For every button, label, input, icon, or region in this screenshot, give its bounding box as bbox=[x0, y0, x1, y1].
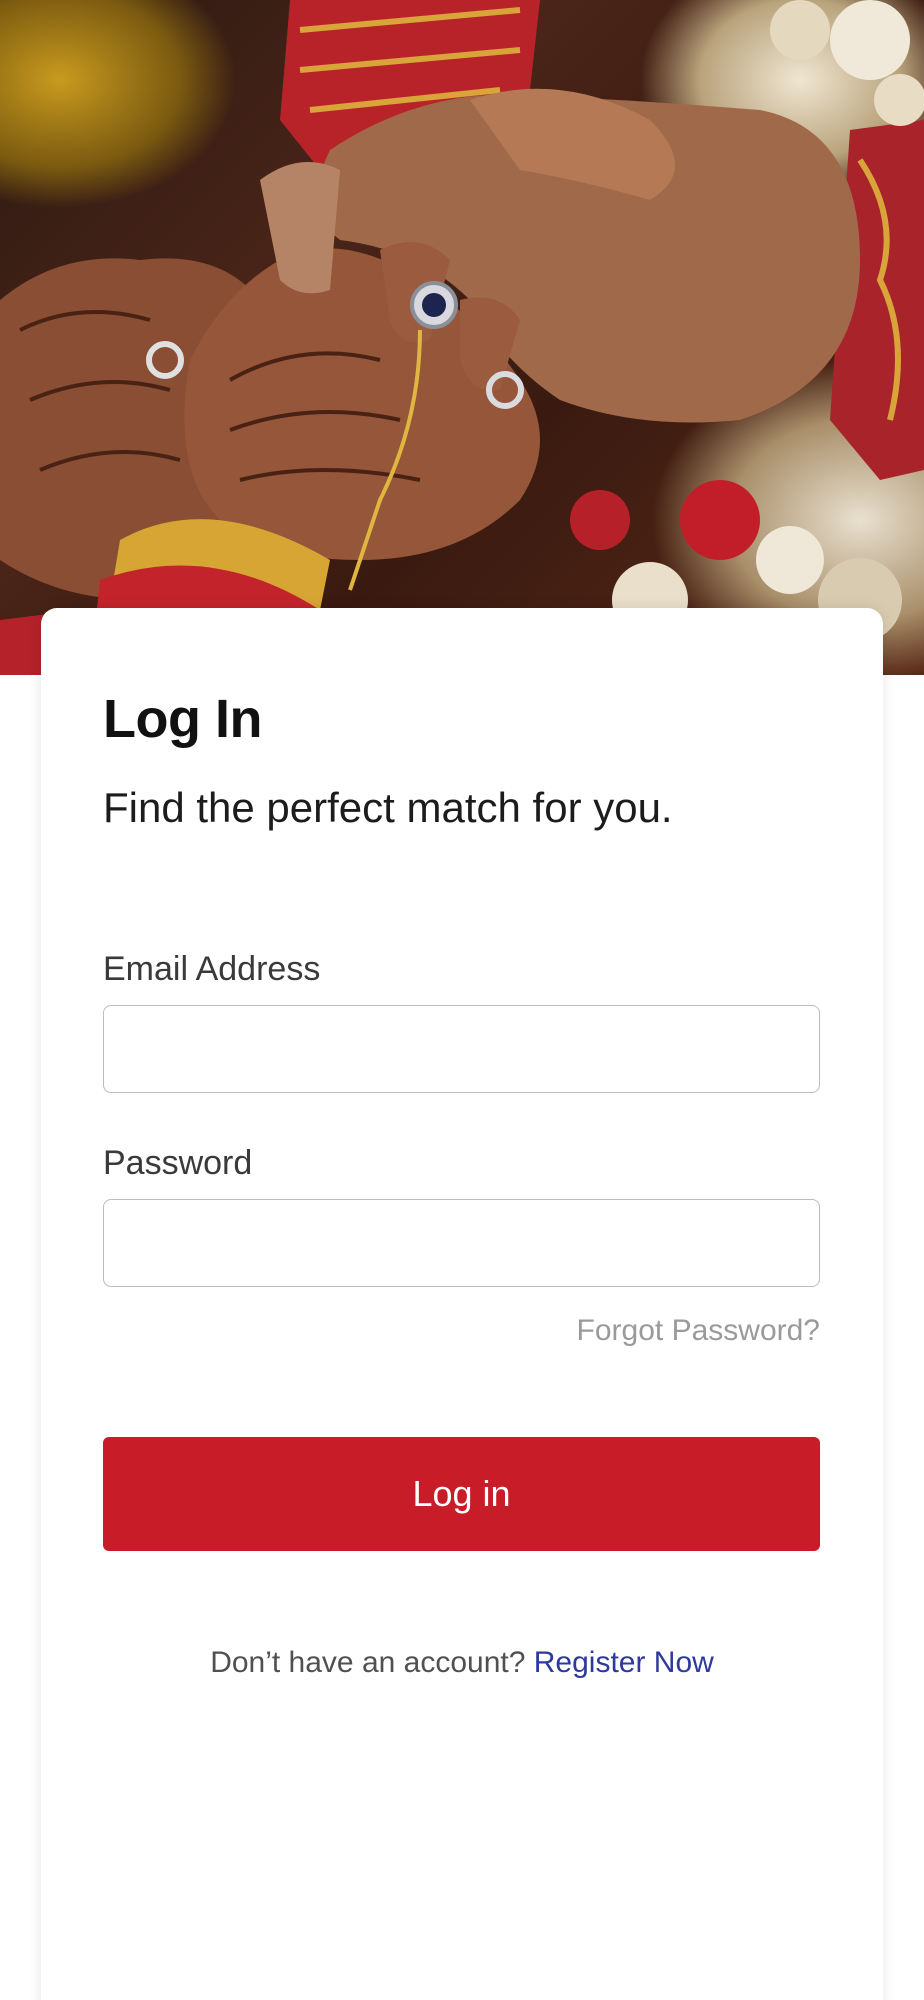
login-card: Log In Find the perfect match for you. E… bbox=[41, 608, 883, 2000]
register-prompt-row: Don’t have an account? Register Now bbox=[41, 1646, 883, 1680]
password-field[interactable] bbox=[103, 1199, 820, 1287]
register-now-link[interactable]: Register Now bbox=[534, 1646, 714, 1679]
password-label: Password bbox=[103, 1144, 253, 1182]
wedding-hands-illustration bbox=[0, 0, 924, 675]
page-title: Log In bbox=[103, 689, 262, 749]
email-label: Email Address bbox=[103, 950, 321, 988]
login-screen: Log In Find the perfect match for you. E… bbox=[0, 0, 924, 2000]
register-prompt-text: Don’t have an account? bbox=[210, 1646, 534, 1679]
hero-wedding-photo bbox=[0, 0, 924, 675]
page-subtitle: Find the perfect match for you. bbox=[103, 784, 673, 831]
login-button[interactable]: Log in bbox=[103, 1437, 820, 1551]
forgot-password-link[interactable]: Forgot Password? bbox=[577, 1314, 820, 1348]
email-field[interactable] bbox=[103, 1005, 820, 1093]
